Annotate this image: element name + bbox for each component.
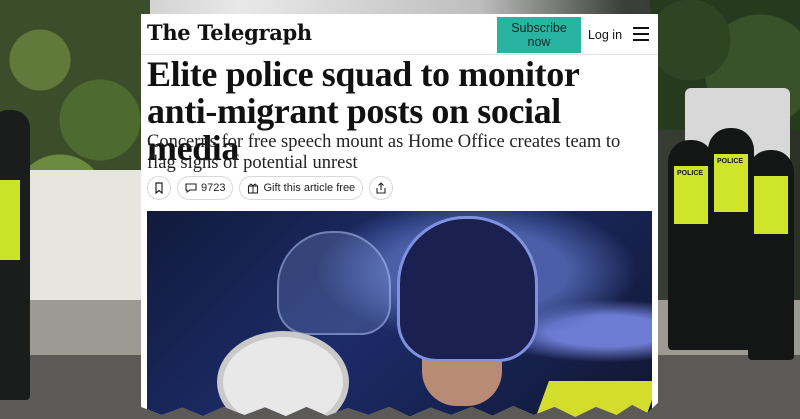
bookmark-icon [155,182,163,194]
gift-label: Gift this article free [263,182,356,194]
article-actions: 9723 Gift this article free [147,176,394,200]
hi-vis-vest: POLICE [674,166,708,224]
site-header: The Telegraph Subscribe now Log in [141,14,658,55]
hi-vis-vest [754,176,788,234]
riot-helmet [397,216,538,362]
comments-count: 9723 [201,182,226,194]
hi-vis-vest: POLICE [714,154,748,212]
article-photo [147,211,652,417]
gift-icon [248,183,259,194]
site-logo[interactable]: The Telegraph [147,20,312,45]
share-icon [376,182,386,194]
police-officer [748,150,794,360]
hamburger-menu-icon[interactable] [633,27,649,41]
hi-vis-vest [0,180,20,260]
article-standfirst: Concerns for free speech mount as Home O… [147,132,621,173]
gift-article-button[interactable]: Gift this article free [239,176,364,200]
riot-helmet [277,231,391,335]
vest-label: POLICE [717,158,744,165]
vest-label: POLICE [677,170,704,177]
login-link[interactable]: Log in [587,17,623,53]
share-button[interactable] [369,176,394,200]
comment-icon [185,183,197,194]
subscribe-button[interactable]: Subscribe now [497,17,581,53]
megaphone [217,331,349,417]
comments-button[interactable]: 9723 [177,176,234,200]
bookmark-button[interactable] [147,176,171,200]
police-officer [0,110,30,400]
article-card: The Telegraph Subscribe now Log in Elite… [141,14,658,417]
